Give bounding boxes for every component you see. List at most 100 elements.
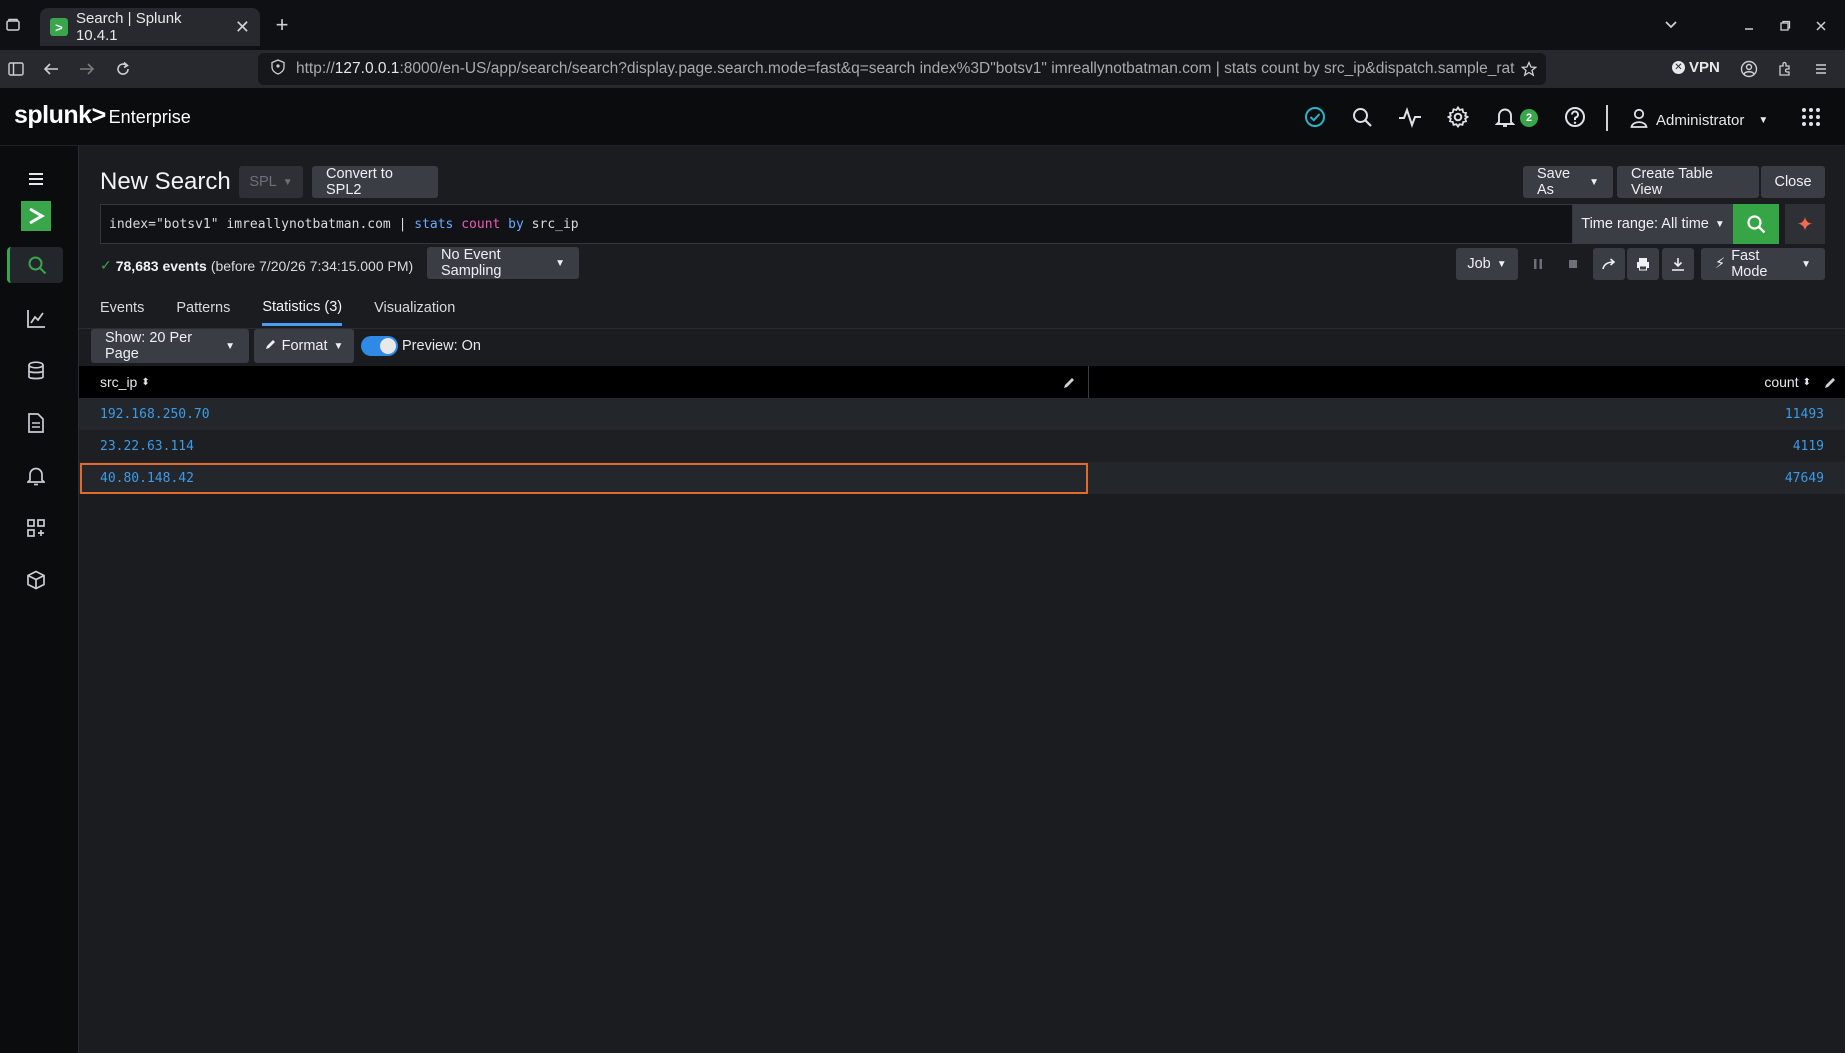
account-icon[interactable]: [1738, 58, 1760, 80]
selected-cell-highlight: [80, 463, 1088, 494]
bookmark-star-icon[interactable]: [1518, 58, 1540, 80]
stop-button[interactable]: [1560, 248, 1586, 280]
search-icon[interactable]: [1349, 104, 1375, 130]
restore-window-icon[interactable]: [1774, 15, 1796, 37]
event-sampling-dropdown[interactable]: No Event Sampling ▼: [427, 247, 579, 279]
format-caret-icon: ▼: [333, 340, 344, 352]
notification-count-badge: 2: [1520, 109, 1538, 127]
tab-patterns[interactable]: Patterns: [176, 296, 230, 326]
job-label: Job: [1467, 256, 1491, 272]
share-button[interactable]: [1593, 248, 1625, 280]
notification-count: 2: [1525, 112, 1533, 124]
gear-icon[interactable]: [1445, 104, 1471, 130]
column-label-src-ip: src_ip: [100, 374, 138, 390]
search-input[interactable]: index="botsv1" imreallynotbatman.com | s…: [100, 204, 1573, 244]
spl-language-button[interactable]: SPL ▼: [239, 166, 303, 198]
close-button[interactable]: Close: [1761, 166, 1825, 198]
back-icon[interactable]: [40, 58, 62, 80]
new-tab-icon[interactable]: +: [270, 12, 294, 37]
search-status: ✓ 78,683 events (before 7/20/26 7:34:15.…: [100, 257, 413, 274]
sidebar-item-search[interactable]: [7, 247, 63, 283]
event-count: 78,683 events: [115, 257, 207, 274]
close-tab-icon[interactable]: ✕: [235, 17, 250, 38]
sidebar-item-analytics[interactable]: [18, 301, 54, 337]
mode-label: Fast Mode: [1731, 248, 1768, 280]
query-function: count: [453, 216, 501, 232]
stop-icon: [1569, 260, 1577, 268]
sidebar-item-datasets[interactable]: [18, 353, 54, 389]
column-header-src-ip[interactable]: src_ip ⬍: [100, 366, 150, 398]
job-menu-button[interactable]: Job ▼: [1456, 248, 1518, 280]
pencil-icon: [265, 338, 276, 354]
format-label: Format: [281, 338, 328, 354]
notifications-bell-icon[interactable]: [1492, 104, 1518, 130]
search-icon: [28, 256, 46, 275]
splunk-logo[interactable]: splunk> Enterprise: [14, 101, 191, 130]
help-icon[interactable]: [1562, 104, 1588, 130]
export-button[interactable]: [1662, 248, 1694, 280]
splunk-favicon-icon: >: [50, 18, 68, 36]
sidebar-toggle-icon[interactable]: [5, 58, 27, 80]
query-text-part2: src_ip: [523, 216, 579, 232]
close-window-icon[interactable]: [1810, 15, 1832, 37]
convert-to-spl2-button[interactable]: Convert to SPL2: [312, 166, 438, 198]
sidebar-item-reports[interactable]: [18, 405, 54, 441]
tab-groups-icon[interactable]: [2, 14, 24, 36]
cell-src-ip[interactable]: 192.168.250.70: [100, 407, 210, 422]
ai-assistant-button[interactable]: ✦: [1785, 204, 1825, 244]
print-button[interactable]: [1627, 248, 1659, 280]
rows-per-page-dropdown[interactable]: Show: 20 Per Page ▼: [91, 329, 249, 363]
time-range-picker[interactable]: Time range: All time ▼: [1573, 204, 1733, 244]
sidebar-item-dashboards[interactable]: [18, 510, 54, 546]
reload-icon[interactable]: [112, 58, 134, 80]
user-menu[interactable]: Administrator ▼: [1630, 108, 1768, 132]
user-name: Administrator: [1656, 111, 1745, 129]
minimize-window-icon[interactable]: [1738, 15, 1760, 37]
browser-nav-bar: http://127.0.0.1:8000/en-US/app/search/s…: [0, 50, 1845, 88]
sidebar-item-apps[interactable]: [18, 562, 54, 598]
tab-statistics[interactable]: Statistics (3): [262, 296, 343, 326]
column-header-count[interactable]: count ⬍: [1764, 366, 1811, 398]
event-time-info: (before 7/20/26 7:34:15.000 PM): [210, 257, 414, 274]
forward-icon[interactable]: [76, 58, 98, 80]
search-app-icon[interactable]: [18, 198, 54, 234]
pause-button[interactable]: [1525, 248, 1551, 280]
cell-src-ip[interactable]: 23.22.63.114: [100, 439, 194, 454]
create-table-view-button[interactable]: Create Table View: [1617, 166, 1759, 198]
cell-count[interactable]: 47649: [1785, 471, 1824, 486]
column-label-count: count: [1764, 374, 1799, 390]
tab-visualization[interactable]: Visualization: [374, 296, 455, 326]
tab-list-chevron-icon[interactable]: [1660, 14, 1682, 36]
health-ok-icon[interactable]: [1302, 104, 1328, 130]
search-mode-dropdown[interactable]: ⚡ Fast Mode ▼: [1701, 248, 1825, 280]
format-dropdown[interactable]: Format ▼: [254, 329, 354, 363]
edit-column-src-ip-icon[interactable]: [1063, 376, 1075, 394]
table-row: 192.168.250.70 11493: [79, 398, 1845, 430]
preview-toggle[interactable]: [361, 336, 398, 356]
hamburger-menu-icon[interactable]: [18, 161, 54, 197]
vpn-button[interactable]: ✕ VPN: [1672, 59, 1720, 76]
rows-per-page-caret-icon: ▼: [225, 340, 235, 352]
tab-events[interactable]: Events: [100, 296, 144, 326]
sidebar-item-alerts[interactable]: [18, 458, 54, 494]
cell-count[interactable]: 11493: [1785, 407, 1824, 422]
activity-icon[interactable]: [1397, 104, 1423, 130]
spl-label: SPL: [249, 174, 277, 190]
cell-count[interactable]: 4119: [1793, 439, 1824, 454]
tab-title: Search | Splunk 10.4.1: [75, 10, 182, 44]
browser-tab[interactable]: > Search | Splunk 10.4.1 ✕: [40, 8, 260, 46]
extensions-icon[interactable]: [1774, 58, 1796, 80]
page-title: New Search: [100, 168, 231, 195]
apps-grid-icon[interactable]: [1798, 104, 1824, 130]
address-bar[interactable]: http://127.0.0.1:8000/en-US/app/search/s…: [258, 53, 1546, 85]
bell-icon: [27, 467, 45, 486]
database-icon: [28, 361, 44, 380]
edit-column-count-icon[interactable]: [1824, 376, 1836, 394]
rows-per-page-label: Show: 20 Per Page: [105, 330, 193, 362]
browser-menu-icon[interactable]: [1810, 58, 1832, 80]
site-info-icon[interactable]: [270, 58, 286, 80]
run-search-button[interactable]: [1733, 204, 1779, 244]
url-prefix: http://: [296, 60, 335, 77]
save-as-button[interactable]: Save As ▼: [1523, 166, 1613, 198]
spl-caret-icon: ▼: [282, 176, 293, 188]
